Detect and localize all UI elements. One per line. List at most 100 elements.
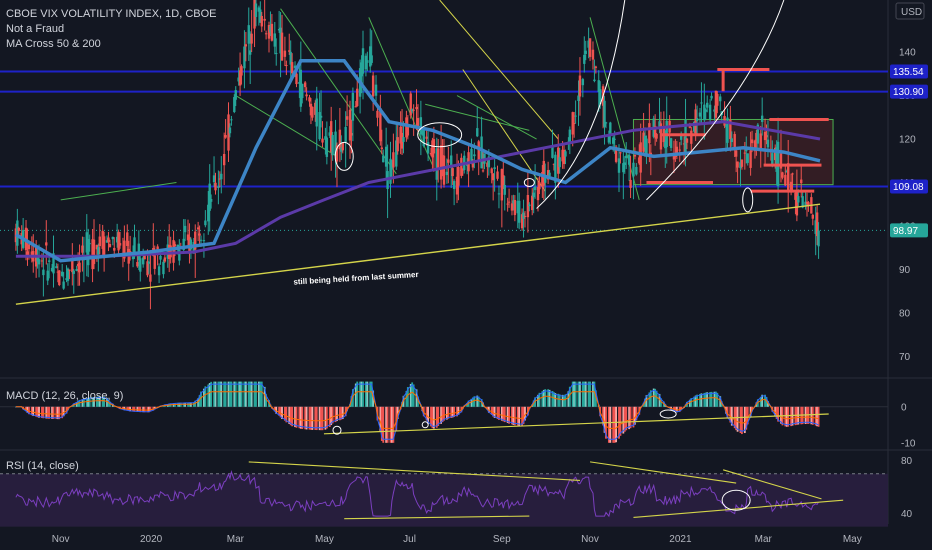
candle-body: [263, 18, 266, 21]
candle-body: [199, 239, 203, 241]
macd-bar: [629, 406, 632, 429]
green-trend-line: [589, 17, 640, 200]
candle-body: [470, 148, 473, 163]
candle-body: [811, 214, 814, 219]
candle-body: [513, 199, 517, 216]
candle-body: [396, 137, 399, 152]
candle-body: [698, 112, 702, 117]
candle-body: [645, 138, 648, 155]
indicator-not-a-fraud[interactable]: Not a Fraud: [6, 22, 217, 37]
candle-body: [118, 243, 122, 246]
candle-body: [409, 93, 412, 116]
candle-body: [716, 93, 719, 106]
candle-body: [648, 123, 651, 144]
macd-bar: [625, 406, 628, 431]
rsi-axis-tick: 40: [901, 509, 913, 520]
candle-body: [389, 158, 392, 184]
candle-body: [243, 46, 246, 69]
candle-body: [451, 168, 454, 177]
candle-body: [254, 3, 258, 17]
macd-bar: [554, 393, 557, 407]
candle-body: [678, 149, 681, 151]
candle-body: [518, 200, 521, 223]
candle-body: [564, 151, 567, 157]
macd-bar: [295, 406, 298, 428]
candle-body: [572, 122, 576, 124]
candle-body: [220, 173, 223, 180]
macd-axis-tick: -10: [901, 438, 916, 449]
candle-body: [356, 88, 359, 107]
candle-body: [198, 233, 201, 236]
candle-body: [623, 162, 626, 166]
candle-body: [244, 44, 248, 47]
candle-body: [361, 48, 365, 74]
candle-body: [16, 220, 19, 246]
candle-body: [476, 128, 479, 137]
time-axis-tick: 2021: [669, 534, 692, 545]
macd-bar: [432, 406, 435, 429]
macd-title[interactable]: MACD (12, 26, close, 9): [6, 389, 123, 404]
rsi-axis-tick: 80: [901, 456, 913, 467]
candle-body: [88, 243, 91, 245]
candle-body: [240, 66, 243, 76]
candle-body: [544, 178, 547, 183]
candle-body: [305, 94, 308, 97]
macd-bar: [811, 406, 814, 425]
rsi-legend: RSI (14, close): [6, 459, 79, 474]
time-axis-tick: Nov: [52, 534, 70, 545]
candle-body: [791, 173, 794, 175]
rsi-title[interactable]: RSI (14, close): [6, 459, 79, 474]
candle-body: [47, 260, 51, 262]
candle-body: [528, 204, 531, 207]
candle-body: [581, 79, 585, 86]
candle-body: [139, 258, 142, 272]
macd-bar: [366, 381, 369, 407]
macd-bar: [220, 381, 223, 407]
candle-body: [781, 172, 784, 178]
green-trend-line: [456, 95, 537, 140]
macd-bar: [558, 394, 561, 407]
candle-body: [288, 50, 291, 52]
candle-body: [303, 82, 307, 88]
candle-body: [426, 142, 430, 154]
candle-body: [212, 175, 216, 183]
macd-bar: [305, 406, 308, 430]
macd-bar: [52, 406, 55, 419]
time-axis-tick: 2020: [140, 534, 163, 545]
candle-body: [442, 155, 446, 185]
candle-body: [759, 133, 762, 150]
macd-bar: [244, 381, 247, 407]
price-axis-tick: 120: [899, 135, 916, 146]
candle-body: [493, 167, 496, 170]
candle-body: [496, 171, 499, 179]
candle-body: [264, 33, 268, 35]
candle-body: [619, 152, 622, 154]
macd-bar: [579, 381, 581, 407]
candle-body: [87, 238, 90, 266]
macd-histogram: [15, 381, 820, 443]
candle-body: [222, 153, 226, 166]
time-axis-tick: Sep: [493, 534, 511, 545]
candle-body: [477, 141, 480, 161]
candle-body: [490, 168, 493, 174]
candle-body: [522, 212, 525, 219]
candle-body: [40, 260, 44, 262]
candle-body: [415, 107, 418, 110]
macd-bar: [741, 406, 743, 435]
candle-body: [153, 255, 156, 269]
candle-body: [538, 182, 541, 190]
candle-body: [234, 90, 237, 100]
candle-body: [128, 251, 132, 253]
candle-body: [350, 133, 353, 136]
annotation-circle: [523, 177, 535, 187]
chart-canvas[interactable]: still being held from last summer 70 80 90 1…: [0, 0, 932, 550]
candle-body: [593, 79, 596, 82]
candle-body: [249, 50, 252, 55]
candle-body: [183, 225, 187, 233]
indicator-ma-cross[interactable]: MA Cross 50 & 200: [6, 37, 217, 52]
candle-body: [75, 268, 78, 271]
candle-body: [45, 242, 48, 246]
candle-body: [425, 136, 428, 139]
candle-body: [584, 50, 587, 54]
price-label-text: 109.08: [893, 182, 924, 193]
